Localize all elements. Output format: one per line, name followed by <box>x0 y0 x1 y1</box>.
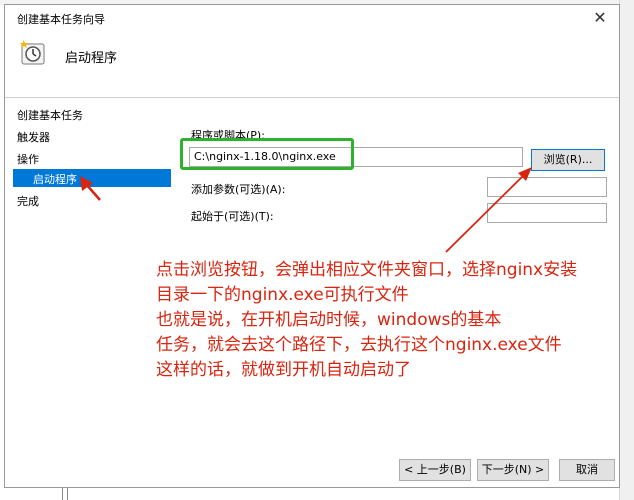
highlight-box-program-path <box>180 138 354 170</box>
clock-task-icon <box>19 39 47 67</box>
annotation-line: 任务，就会去这个路径下，去执行这个nginx.exe文件 <box>156 335 562 355</box>
start-in-label: 起始于(可选)(T): <box>191 210 274 223</box>
nav-step-create-task: 创建基本任务 <box>17 109 83 122</box>
nav-step-finish: 完成 <box>17 195 39 208</box>
nav-step-action: 操作 <box>17 153 39 166</box>
cancel-button[interactable]: 取消 <box>559 459 615 481</box>
annotation-text: 点击浏览按钮，会弹出相应文件夹窗口，选择nginx安装 目录一下的nginx.e… <box>156 258 626 383</box>
annotation-line: 这样的话，就做到开机自动启动了 <box>156 360 411 380</box>
window-title: 创建基本任务向导 <box>17 13 105 26</box>
browse-button[interactable]: 浏览(R)... <box>531 149 605 171</box>
header-divider <box>5 97 619 98</box>
nav-step-start-program-label: 启动程序 <box>33 173 77 186</box>
start-in-input[interactable] <box>487 203 607 223</box>
close-icon[interactable]: ✕ <box>589 7 611 29</box>
add-arguments-label: 添加参数(可选)(A): <box>191 183 286 196</box>
page-title: 启动程序 <box>65 51 118 66</box>
annotation-line: 也就是说，在开机启动时候，windows的基本 <box>156 310 502 330</box>
next-button[interactable]: 下一步(N) > <box>477 459 549 481</box>
background-window-edge <box>619 0 634 500</box>
back-button[interactable]: < 上一步(B) <box>399 459 471 481</box>
create-basic-task-wizard: 创建基本任务向导 ✕ 启动程序 创建基本任务 触发器 操作 启动程序 完成 程序… <box>4 4 620 488</box>
wizard-header: 启动程序 <box>5 31 619 93</box>
nav-step-start-program-selected: 启动程序 <box>13 169 171 187</box>
add-arguments-input[interactable] <box>487 177 607 197</box>
annotation-line: 目录一下的nginx.exe可执行文件 <box>156 285 409 305</box>
title-bar: 创建基本任务向导 ✕ <box>5 5 619 31</box>
nav-step-trigger: 触发器 <box>17 131 50 144</box>
annotation-line: 点击浏览按钮，会弹出相应文件夹窗口，选择nginx安装 <box>156 260 578 280</box>
